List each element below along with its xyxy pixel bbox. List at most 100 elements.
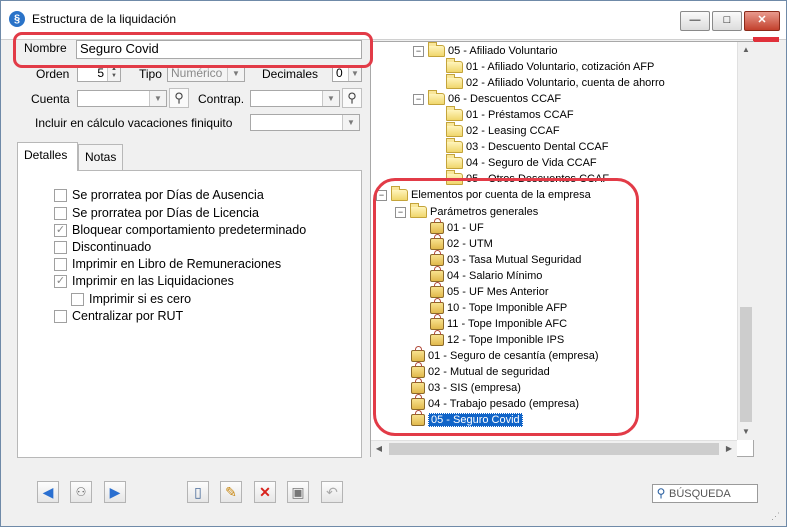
search-placeholder: BÚSQUEDA [669,488,731,500]
scroll-left-icon[interactable]: ◀ [371,441,387,457]
checkbox-box[interactable] [54,309,67,323]
checkbox-cero[interactable]: Imprimir si es cero [71,292,191,306]
tab-notas[interactable]: Notas [78,144,123,170]
folder-icon [446,154,463,169]
dialog-window: § Estructura de la liquidación — □ ✕ Nom… [0,0,787,527]
search-icon: ⚲ [656,486,666,500]
window-title: Estructura de la liquidación [32,12,177,26]
checkbox-label: Se prorratea por Días de Ausencia [72,188,264,202]
maximize-button[interactable]: □ [712,11,742,31]
tree-node-label: 06 - Descuentos CCAF [448,93,562,105]
new-document-icon[interactable]: ▯ [187,481,209,503]
tree-node-label: 05 - Afiliado Voluntario [448,45,558,57]
decimales-value: 0 [336,66,343,80]
check-icon[interactable]: ✓ [54,223,67,237]
checkbox-licencia[interactable]: Se prorratea por Días de Licencia [54,206,259,220]
folder-icon [428,42,445,57]
horizontal-scrollbar[interactable]: ◀ ▶ [371,440,737,457]
tab-detalles[interactable]: Detalles [17,142,78,171]
resize-grip-icon[interactable]: ⋰ [771,511,780,522]
tree-node[interactable]: 02 - Leasing CCAF [446,122,560,139]
vacaciones-select[interactable]: ▼ [250,114,360,131]
tree-node-label: 03 - Descuento Dental CCAF [466,141,609,153]
tree-node[interactable]: − 06 - Descuentos CCAF [413,90,562,107]
checkbox-label: Centralizar por RUT [72,309,184,323]
search-box[interactable]: ⚲ BÚSQUEDA [652,484,758,503]
scroll-thumb[interactable] [740,307,752,422]
search-icon[interactable]: ⚲ [169,88,189,108]
checkbox-label: Imprimir en Libro de Remuneraciones [72,257,282,271]
contrap-select[interactable]: ▼ [250,90,340,107]
tree-node-label: 02 - Afiliado Voluntario, cuenta de ahor… [466,77,665,89]
decimales-label: Decimales [262,67,319,81]
checkbox-box[interactable] [54,206,67,220]
app-icon: § [9,11,25,27]
checkbox-libro[interactable]: Imprimir en Libro de Remuneraciones [54,257,281,271]
folder-icon [446,58,463,73]
cuenta-label: Cuenta [31,92,70,106]
tree-node[interactable]: 04 - Seguro de Vida CCAF [446,154,597,171]
highlight-tree-group [373,178,639,436]
checkbox-liquidaciones[interactable]: ✓ Imprimir en las Liquidaciones [54,274,234,288]
close-button[interactable]: ✕ [744,11,780,31]
checkbox-label: Imprimir en las Liquidaciones [72,274,234,288]
chevron-down-icon[interactable]: ▼ [322,91,339,106]
undo-icon[interactable]: ↶ [321,481,343,503]
folder-icon [446,74,463,89]
tree-node[interactable]: − 05 - Afiliado Voluntario [413,42,558,59]
chevron-down-icon[interactable]: ▼ [227,66,244,81]
cuenta-select[interactable]: ▼ [77,90,167,107]
collapse-icon[interactable]: − [413,45,424,57]
checkbox-label: Bloquear comportamiento predeterminado [72,223,307,237]
checkbox-ausencia[interactable]: Se prorratea por Días de Ausencia [54,188,264,202]
tree-node-label: 02 - Leasing CCAF [466,125,560,137]
tree-node[interactable]: 01 - Afiliado Voluntario, cotización AFP [446,58,655,75]
contrap-label: Contrap. [198,92,245,106]
scroll-down-icon[interactable]: ▼ [738,424,754,440]
search-icon[interactable]: ⚲ [342,88,362,108]
checkbox-label: Se prorratea por Días de Licencia [72,206,259,220]
arrow-left-icon[interactable]: ◀ [37,481,59,503]
folder-icon [446,138,463,153]
scroll-thumb[interactable] [389,443,719,455]
checkbox-bloquear[interactable]: ✓ Bloquear comportamiento predeterminado [54,223,306,237]
tree-node[interactable]: 03 - Descuento Dental CCAF [446,138,609,155]
folder-icon [446,122,463,137]
checkbox-box[interactable] [54,257,67,271]
save-icon[interactable]: ▣ [287,481,309,503]
checkbox-label: Discontinuado [72,240,152,254]
highlight-nombre [13,32,373,68]
chevron-down-icon[interactable]: ▼ [342,115,359,130]
pencil-icon[interactable]: ✎ [220,481,242,503]
checkbox-discontinuado[interactable]: Discontinuado [54,240,151,254]
orden-label: Orden [36,67,70,81]
tipo-label: Tipo [139,67,162,81]
tree-node-label: 01 - Afiliado Voluntario, cotización AFP [466,61,655,73]
tree-node-label: 01 - Préstamos CCAF [466,109,574,121]
stepper-arrows-icon[interactable]: ▲ ▼ [107,66,120,81]
scroll-right-icon[interactable]: ▶ [721,441,737,457]
check-icon[interactable]: ✓ [54,274,67,288]
binoculars-icon[interactable]: ⚇ [70,481,92,503]
tree-node[interactable]: 02 - Afiliado Voluntario, cuenta de ahor… [446,74,665,91]
collapse-icon[interactable]: − [413,93,424,105]
tree-node[interactable]: 01 - Préstamos CCAF [446,106,574,123]
arrow-right-icon[interactable]: ▶ [104,481,126,503]
tipo-value: Numérico [171,66,223,80]
checkbox-box[interactable] [54,240,67,254]
vertical-scrollbar[interactable]: ▲ ▼ [737,42,754,440]
red-marker [753,37,779,42]
delete-icon[interactable]: ✕ [254,481,276,503]
folder-icon [428,90,445,105]
checkbox-box[interactable] [71,292,84,306]
minimize-button[interactable]: — [680,11,710,31]
vacaciones-label: Incluir en cálculo vacaciones finiquito [35,116,233,130]
checkbox-label: Imprimir si es cero [89,292,192,306]
folder-icon [446,106,463,121]
chevron-down-icon[interactable]: ▼ [348,66,361,81]
orden-value: 5 [97,66,104,80]
scroll-up-icon[interactable]: ▲ [738,42,754,58]
checkbox-box[interactable] [54,188,67,202]
chevron-down-icon[interactable]: ▼ [149,91,166,106]
checkbox-rut[interactable]: Centralizar por RUT [54,309,183,323]
